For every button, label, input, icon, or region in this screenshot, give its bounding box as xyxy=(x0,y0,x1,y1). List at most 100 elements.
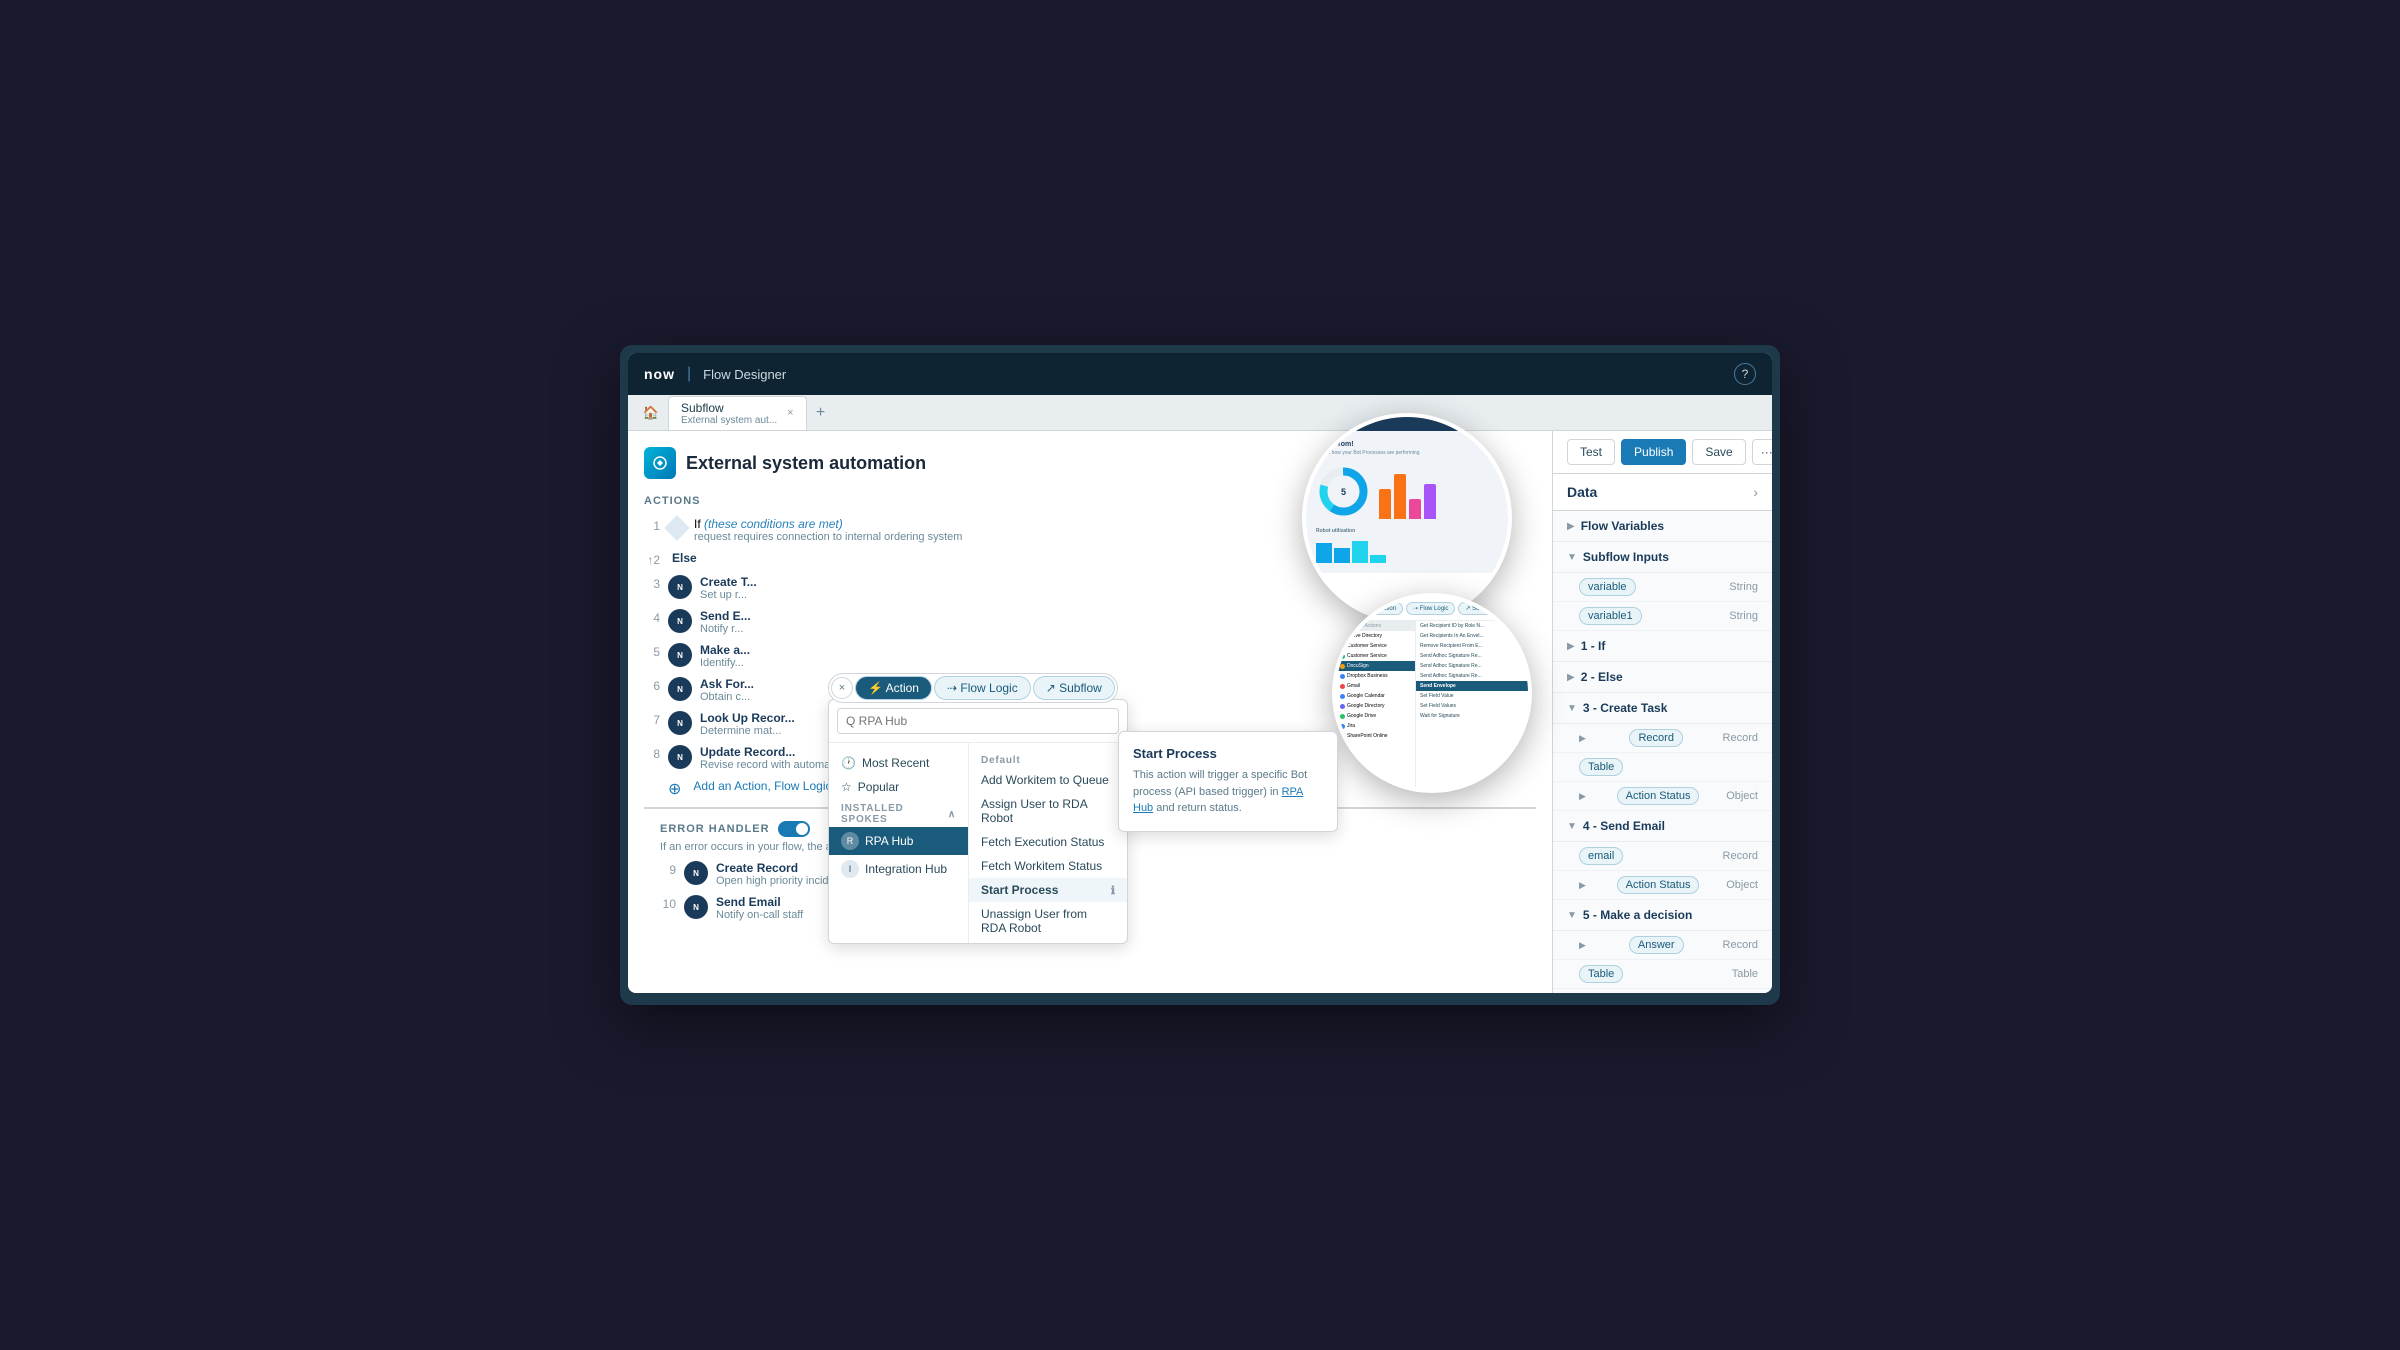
answer-item: ▶ Answer Record xyxy=(1553,931,1772,960)
action-item-3: 3 N Create T... Set up r... xyxy=(644,575,1536,601)
action-title-7: Look Up Recor... xyxy=(700,711,795,725)
action-desc-7: Determine mat... xyxy=(700,725,795,737)
variable1-tag: variable1 xyxy=(1579,607,1642,625)
decision-table-tag: Table xyxy=(1579,965,1623,983)
subflow-var-item: variable String xyxy=(1553,573,1772,602)
email-tag: email xyxy=(1579,847,1623,865)
ask-approval-section[interactable]: ▼ 6 - Ask For Approval xyxy=(1553,989,1772,993)
flow-variables-section[interactable]: ▶ Flow Variables xyxy=(1553,511,1772,542)
star-icon: ☆ xyxy=(841,780,852,794)
most-recent-item[interactable]: 🕐 Most Recent xyxy=(829,751,968,775)
decision-table-type: Table xyxy=(1732,968,1758,980)
answer-expand: ▶ xyxy=(1579,940,1586,951)
subflow-pill-button[interactable]: ↗ Subflow xyxy=(1033,676,1115,700)
else-label: Else xyxy=(668,551,697,565)
if-section[interactable]: ▶ 1 - If xyxy=(1553,631,1772,662)
outer-frame: now | Flow Designer ? 🏠 Subflow External… xyxy=(620,345,1780,1005)
start-process-item[interactable]: Start Process ℹ xyxy=(969,878,1127,902)
expand-arrow-subflow: ▼ xyxy=(1567,552,1577,563)
flow-header: External system automation xyxy=(644,447,1536,479)
send-email-section[interactable]: ▼ 4 - Send Email xyxy=(1553,811,1772,842)
action-node-7: N xyxy=(668,711,692,735)
app-window: now | Flow Designer ? 🏠 Subflow External… xyxy=(628,353,1772,993)
flow-logic-pill-button[interactable]: ⇢ Flow Logic xyxy=(934,676,1031,700)
variable-tag: variable xyxy=(1579,578,1636,596)
action-pill-button[interactable]: ⚡ Action xyxy=(855,676,932,700)
dropdown-left-col: 🕐 Most Recent ☆ Popular INSTALLED SPOKES… xyxy=(829,743,969,943)
search-input[interactable] xyxy=(837,708,1119,734)
tab-label: Subflow xyxy=(681,401,777,415)
flow-panel: External system automation ACTIONS 1 If … xyxy=(628,431,1552,993)
action-status-item: ▶ Action Status Object xyxy=(1553,782,1772,811)
data-panel-chevron: › xyxy=(1753,484,1758,500)
assign-user-item[interactable]: Assign User to RDA Robot xyxy=(969,792,1127,830)
close-button[interactable]: × xyxy=(831,677,853,699)
subflow-inputs-section[interactable]: ▼ Subflow Inputs xyxy=(1553,542,1772,573)
action-node-3: N xyxy=(668,575,692,599)
action-node-6: N xyxy=(668,677,692,701)
action-status-expand: ▶ xyxy=(1579,791,1586,802)
integration-hub-icon: I xyxy=(841,860,859,878)
top-toolbar: Test Publish Save ··· xyxy=(1553,431,1772,474)
clock-icon: 🕐 xyxy=(841,756,856,770)
action-node-4: N xyxy=(668,609,692,633)
error-handler-toggle[interactable] xyxy=(778,821,810,837)
tab-subflow[interactable]: Subflow External system aut... × xyxy=(668,396,807,430)
action-item-1: 1 If (these conditions are met) request … xyxy=(644,517,1536,543)
flow-title: External system automation xyxy=(686,453,926,474)
tab-close-button[interactable]: × xyxy=(787,407,793,419)
fetch-execution-item[interactable]: Fetch Execution Status xyxy=(969,830,1127,854)
fetch-workitem-item[interactable]: Fetch Workitem Status xyxy=(969,854,1127,878)
help-button[interactable]: ? xyxy=(1734,363,1756,385)
email-action-status-type: Object xyxy=(1726,879,1758,891)
action-button-bar: × ⚡ Action ⇢ Flow Logic ↗ Subflow xyxy=(828,673,1118,703)
email-type: Record xyxy=(1723,850,1758,862)
action-title-4: Send E... xyxy=(700,609,751,623)
search-input-wrap xyxy=(829,700,1127,743)
rpa-hub-icon: R xyxy=(841,832,859,850)
action-item-5: 5 N Make a... Identify... xyxy=(644,643,1536,669)
else-section[interactable]: ▶ 2 - Else xyxy=(1553,662,1772,693)
error-node-10: N xyxy=(684,895,708,919)
app-title: Flow Designer xyxy=(703,367,786,382)
collapse-icon: ∧ xyxy=(948,809,956,820)
answer-tag: Answer xyxy=(1629,936,1684,954)
integration-hub-item[interactable]: I Integration Hub xyxy=(829,855,968,883)
error-title-10: Send Email xyxy=(716,895,781,909)
search-dropdown: 🕐 Most Recent ☆ Popular INSTALLED SPOKES… xyxy=(828,699,1128,944)
action-text-1: If (these conditions are met) request re… xyxy=(694,517,962,543)
action-desc-4: Notify r... xyxy=(700,623,751,635)
expand-arrow-make-decision: ▼ xyxy=(1567,910,1577,921)
make-decision-section[interactable]: ▼ 5 - Make a decision xyxy=(1553,900,1772,931)
popup-desc: This action will trigger a specific Bot … xyxy=(1133,767,1323,817)
action-status-type: Object xyxy=(1726,790,1758,802)
expand-arrow-flow-vars: ▶ xyxy=(1567,521,1575,532)
popup-title: Start Process xyxy=(1133,746,1323,761)
action-status-tag: Action Status xyxy=(1617,787,1700,805)
action-item-2: ↑2 Else xyxy=(644,551,1536,567)
answer-type: Record xyxy=(1723,939,1758,951)
popular-item[interactable]: ☆ Popular xyxy=(829,775,968,799)
unassign-user-item[interactable]: Unassign User from RDA Robot xyxy=(969,902,1127,940)
action-desc-1: request requires connection to internal … xyxy=(694,531,962,543)
data-panel: Test Publish Save ··· Data › ▶ Flow Vari… xyxy=(1552,431,1772,993)
save-button[interactable]: Save xyxy=(1692,439,1745,465)
action-desc-5: Identify... xyxy=(700,657,750,669)
add-workitem-item[interactable]: Add Workitem to Queue xyxy=(969,768,1127,792)
installed-spokes-label: INSTALLED SPOKES ∧ xyxy=(829,799,968,827)
create-task-section[interactable]: ▼ 3 - Create Task xyxy=(1553,693,1772,724)
test-button[interactable]: Test xyxy=(1567,439,1615,465)
action-item-4: 4 N Send E... Notify r... xyxy=(644,609,1536,635)
tab-add-button[interactable]: + xyxy=(809,401,833,425)
condition-text: (these conditions are met) xyxy=(704,517,843,531)
error-desc-10: Notify on-call staff xyxy=(716,909,803,921)
subflow-var1-item: variable1 String xyxy=(1553,602,1772,631)
action-num-2: ↑2 xyxy=(644,551,660,567)
table-tag: Table xyxy=(1579,758,1623,776)
publish-button[interactable]: Publish xyxy=(1621,439,1686,465)
more-button[interactable]: ··· xyxy=(1752,439,1772,465)
email-item: email Record xyxy=(1553,842,1772,871)
rpa-hub-item[interactable]: R RPA Hub xyxy=(829,827,968,855)
home-button[interactable]: 🏠 xyxy=(636,398,666,428)
variable-type: String xyxy=(1729,581,1758,593)
